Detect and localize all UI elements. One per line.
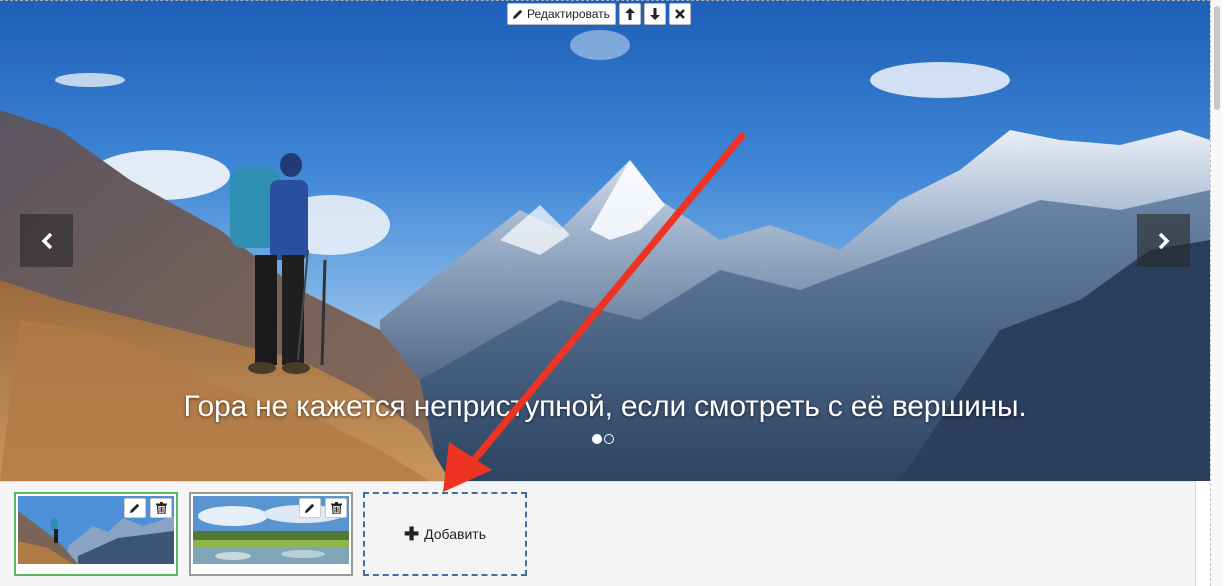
next-slide-button[interactable] [1137, 214, 1190, 267]
chevron-right-icon [1158, 232, 1169, 249]
trash-icon [155, 502, 167, 514]
slide-indicator-1[interactable] [592, 434, 602, 444]
add-slide-label: Добавить [424, 526, 486, 542]
slides-thumbnail-bar: ✚ Добавить [0, 481, 1196, 586]
delete-slide-button[interactable] [325, 498, 347, 518]
delete-block-button[interactable] [668, 3, 691, 25]
slide-caption: Гора не кажется неприступной, если смотр… [183, 390, 1027, 423]
plus-icon: ✚ [404, 524, 420, 544]
move-down-button[interactable] [643, 3, 666, 25]
delete-slide-button[interactable] [150, 498, 172, 518]
close-icon [675, 9, 685, 19]
add-slide-button[interactable]: ✚ Добавить [363, 492, 527, 576]
pencil-icon [513, 9, 523, 19]
edit-slide-button[interactable] [124, 498, 146, 518]
slide-thumbnail-1[interactable] [14, 492, 178, 576]
chevron-left-icon [41, 232, 52, 249]
previous-slide-button[interactable] [20, 214, 73, 267]
thumbnail-actions [124, 498, 172, 518]
edit-slide-button[interactable] [299, 498, 321, 518]
page-scrollbar[interactable] [1212, 0, 1222, 586]
pencil-icon [130, 503, 140, 513]
slide-indicators [592, 434, 614, 444]
trash-icon [330, 502, 342, 514]
slide-thumbnail-2[interactable] [189, 492, 353, 576]
selection-outline [0, 0, 1210, 2]
arrow-up-icon [624, 8, 635, 20]
edit-button-label: Редактировать [527, 7, 610, 21]
edit-button[interactable]: Редактировать [507, 3, 616, 25]
slide-indicator-2[interactable] [604, 434, 614, 444]
thumbnail-actions [299, 498, 347, 518]
block-edit-toolbar: Редактировать [507, 3, 691, 25]
scrollbar-handle[interactable] [1214, 6, 1220, 110]
move-up-button[interactable] [618, 3, 641, 25]
image-slider: Гора не кажется неприступной, если смотр… [0, 0, 1210, 481]
arrow-down-icon [649, 8, 660, 20]
pencil-icon [305, 503, 315, 513]
